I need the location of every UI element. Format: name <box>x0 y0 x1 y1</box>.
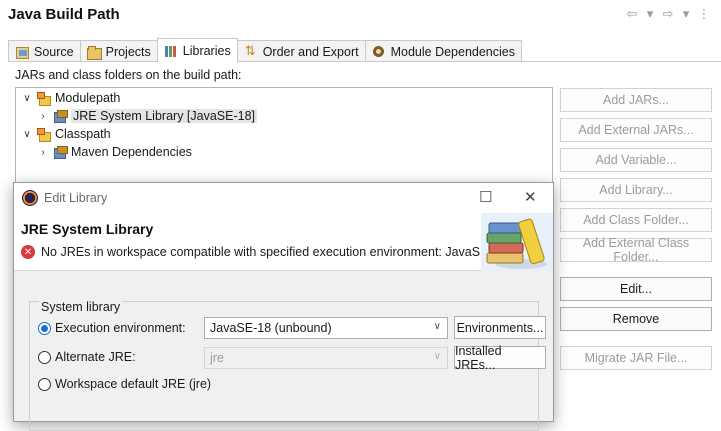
tree-node-label: Modulepath <box>55 91 121 105</box>
installed-jres-button[interactable]: Installed JREs... <box>454 344 546 372</box>
tab-projects[interactable]: Projects <box>79 40 158 62</box>
execution-environment-option[interactable]: Execution environment: <box>38 321 186 335</box>
workspace-default-option[interactable]: Workspace default JRE (jre) <box>38 377 211 391</box>
error-message: ✕ No JREs in workspace compatible with s… <box>21 245 507 259</box>
chevron-down-icon: ∨ <box>433 351 441 362</box>
projects-folder-icon <box>86 45 102 60</box>
tab-libraries[interactable]: Libraries <box>156 38 238 62</box>
environments-button[interactable]: Environments... <box>454 316 546 339</box>
library-jar-icon <box>53 109 68 123</box>
order-export-icon <box>244 43 258 59</box>
add-external-class-folder-button[interactable]: Add External Class Folder... <box>560 236 712 264</box>
dialog-header: JRE System Library ✕ No JREs in workspac… <box>14 213 553 271</box>
tree-node-jre-system-library[interactable]: › JRE System Library [JavaSE-18] <box>37 107 258 125</box>
close-icon[interactable]: ✕ <box>524 188 537 206</box>
forward-arrow-icon[interactable]: ⇨ <box>661 6 675 22</box>
forward-dropdown-icon[interactable]: ▾ <box>679 6 693 22</box>
tab-strip: Source Projects Libraries Order and Expo… <box>8 38 522 62</box>
history-nav: ⇦ ▾ ⇨ ▾ ⋮ <box>625 6 711 22</box>
tab-label: Module Dependencies <box>390 44 515 59</box>
page-title: Java Build Path <box>8 6 120 23</box>
error-text: No JREs in workspace compatible with spe… <box>41 245 507 259</box>
chevron-down-icon: ∨ <box>433 321 441 332</box>
back-dropdown-icon[interactable]: ▾ <box>643 6 657 22</box>
classpath-icon <box>37 127 51 142</box>
edit-library-dialog: Edit Library ☐ ✕ JRE System Library ✕ No… <box>13 182 554 431</box>
tab-source[interactable]: Source <box>8 40 81 62</box>
tree-node-modulepath[interactable]: ∨ Modulepath <box>21 89 120 107</box>
radio-label: Execution environment: <box>55 321 186 335</box>
add-external-jars-button[interactable]: Add External JARs... <box>560 118 712 142</box>
dialog-header-title: JRE System Library <box>21 221 154 237</box>
execution-environment-select[interactable]: JavaSE-18 (unbound) ∨ <box>204 317 448 339</box>
tree-node-maven-dependencies[interactable]: › Maven Dependencies <box>37 143 192 161</box>
group-label: System library <box>39 300 123 314</box>
tab-label: Libraries <box>182 43 231 58</box>
radio-label: Workspace default JRE (jre) <box>55 377 212 391</box>
source-folder-icon <box>15 45 29 59</box>
module-dependencies-icon <box>372 45 386 59</box>
add-class-folder-button[interactable]: Add Class Folder... <box>560 208 712 232</box>
select-value: jre <box>210 351 224 365</box>
add-jars-button[interactable]: Add JARs... <box>560 88 712 112</box>
tab-label: Order and Export <box>262 44 359 59</box>
collapse-chevron-icon[interactable]: › <box>37 147 49 158</box>
expand-chevron-icon[interactable]: ∨ <box>21 129 33 140</box>
tab-divider <box>8 61 721 62</box>
tree-node-classpath[interactable]: ∨ Classpath <box>21 125 111 143</box>
alternate-jre-select[interactable]: jre ∨ <box>204 347 448 369</box>
view-menu-icon[interactable]: ⋮ <box>697 6 711 22</box>
remove-button[interactable]: Remove <box>560 307 712 331</box>
library-books-icon <box>481 213 553 271</box>
build-path-label: JARs and class folders on the build path… <box>15 68 242 82</box>
tree-node-label: Maven Dependencies <box>71 145 192 159</box>
dialog-window-title: Edit Library <box>44 191 108 205</box>
library-jar-icon <box>53 145 68 159</box>
tab-order-and-export[interactable]: Order and Export <box>236 40 366 62</box>
eclipse-icon <box>22 190 38 206</box>
tree-node-label: Classpath <box>55 127 111 141</box>
collapse-chevron-icon[interactable]: › <box>37 111 49 122</box>
workspace-default-radio[interactable] <box>38 377 51 391</box>
tab-module-dependencies[interactable]: Module Dependencies <box>364 40 522 62</box>
dialog-titlebar[interactable]: Edit Library ☐ ✕ <box>14 183 553 213</box>
maximize-icon[interactable]: ☐ <box>479 188 492 206</box>
select-value: JavaSE-18 (unbound) <box>210 321 332 335</box>
add-variable-button[interactable]: Add Variable... <box>560 148 712 172</box>
tab-label: Source <box>34 44 74 59</box>
build-path-tree[interactable]: ∨ Modulepath › JRE System Library [JavaS… <box>15 87 553 187</box>
modulepath-icon <box>37 91 51 106</box>
execution-environment-radio[interactable] <box>38 321 51 335</box>
libraries-icon <box>164 44 178 58</box>
add-library-button[interactable]: Add Library... <box>560 178 712 202</box>
migrate-jar-button[interactable]: Migrate JAR File... <box>560 346 712 370</box>
tab-label: Projects <box>105 44 151 59</box>
alternate-jre-option[interactable]: Alternate JRE: <box>38 350 136 364</box>
tree-node-label: JRE System Library [JavaSE-18] <box>71 109 258 123</box>
radio-label: Alternate JRE: <box>55 350 136 364</box>
edit-button[interactable]: Edit... <box>560 277 712 301</box>
error-icon: ✕ <box>21 245 35 259</box>
alternate-jre-radio[interactable] <box>38 350 51 364</box>
back-arrow-icon[interactable]: ⇦ <box>625 6 639 22</box>
expand-chevron-icon[interactable]: ∨ <box>21 93 33 104</box>
